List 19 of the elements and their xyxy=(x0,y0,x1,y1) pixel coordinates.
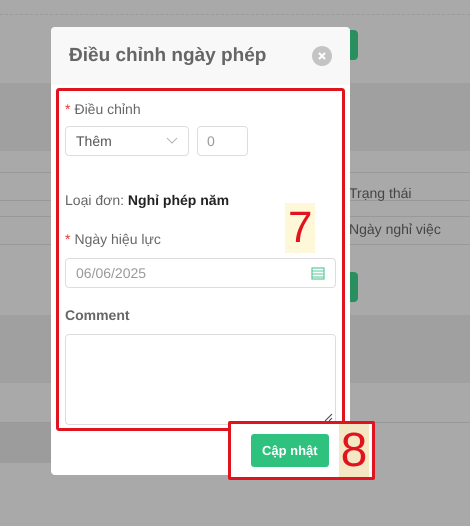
required-mark: * xyxy=(65,100,70,119)
required-mark: * xyxy=(65,230,70,249)
adjust-select[interactable]: Thêm xyxy=(65,126,189,156)
column-label: Ngày nghỉ việc xyxy=(349,220,441,239)
annotation-number: 7 xyxy=(285,203,316,253)
chevron-down-icon xyxy=(166,137,178,145)
column-label: Trạng thái xyxy=(349,184,413,203)
field-label: Ngày hiệu lực xyxy=(74,230,161,249)
resize-handle-icon xyxy=(323,412,333,422)
calendar-icon xyxy=(311,266,325,280)
field-label: Comment xyxy=(65,306,131,325)
date-input[interactable]: 06/06/2025 xyxy=(65,258,336,288)
amount-input[interactable]: 0 xyxy=(197,126,248,156)
leave-type-text: Loại đơn: Nghỉ phép năm xyxy=(65,191,230,210)
close-icon[interactable] xyxy=(312,46,332,66)
annotation-number: 8 xyxy=(338,424,370,477)
field-label: Điều chỉnh xyxy=(74,100,141,119)
update-button[interactable]: Cập nhật xyxy=(251,434,329,467)
dialog-title: Điều chỉnh ngày phép xyxy=(69,44,266,68)
